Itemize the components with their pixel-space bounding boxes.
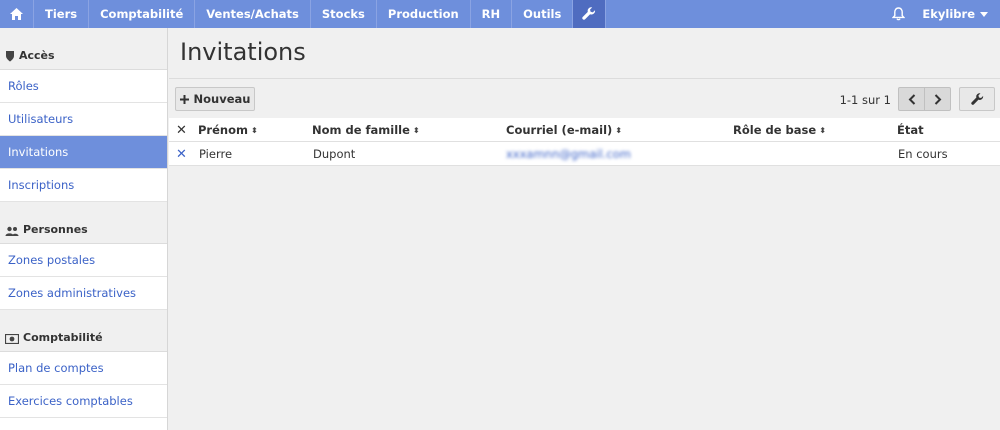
nav-right: Ekylibre: [880, 0, 1000, 28]
plus-icon: [179, 94, 189, 104]
people-icon: [5, 226, 19, 236]
cell-prenom: Pierre: [199, 147, 233, 161]
cell-nom-de-famille: Dupont: [313, 147, 356, 161]
sidebar-section-comptabilite: Comptabilité: [0, 310, 167, 352]
sidebar-item-invitations[interactable]: Invitations: [0, 136, 167, 169]
previous-page-button[interactable]: [899, 88, 924, 110]
nav-rh[interactable]: RH: [471, 0, 513, 28]
invitations-table: ✕ Prénom ⬍ Nom de famille ⬍ Courriel (e-ma…: [169, 118, 1000, 166]
page-title: Invitations: [180, 38, 306, 66]
sidebar-section-title: Accès: [19, 49, 55, 62]
user-name: Ekylibre: [922, 7, 975, 21]
title-divider: [169, 78, 1000, 79]
cell-etat: En cours: [898, 147, 948, 161]
home-button[interactable]: [0, 0, 34, 28]
sort-icon: ⬍: [412, 125, 420, 135]
header-label: Courriel (e-mail): [506, 123, 613, 137]
close-icon: ✕: [176, 122, 187, 138]
new-invitation-button[interactable]: Nouveau: [175, 87, 255, 111]
money-icon: [5, 334, 19, 344]
sidebar-section-acces: Accès: [0, 28, 167, 70]
sidebar-item-inscriptions[interactable]: Inscriptions: [0, 169, 167, 202]
header-nom-de-famille[interactable]: Nom de famille ⬍: [312, 118, 420, 142]
shield-icon: [6, 51, 14, 62]
cell-courriel-link[interactable]: xxxamnn@gmail.com: [506, 142, 631, 166]
wrench-icon: [970, 92, 983, 105]
bell-icon: [891, 7, 905, 21]
header-etat[interactable]: État: [897, 118, 924, 142]
table-row: ✕ Pierre Dupont xxxamnn@gmail.com En cou…: [169, 142, 1000, 166]
nav-stocks[interactable]: Stocks: [311, 0, 377, 28]
header-courriel[interactable]: Courriel (e-mail) ⬍: [506, 118, 622, 142]
header-label: Rôle de base: [733, 123, 817, 137]
pagination-buttons: [898, 87, 951, 111]
next-page-button[interactable]: [924, 88, 950, 110]
header-label: État: [897, 123, 924, 137]
sort-icon: ⬍: [819, 125, 826, 135]
chevron-left-icon: [908, 93, 915, 105]
sidebar-section-title: Personnes: [23, 223, 88, 236]
select-all-toggle[interactable]: ✕: [176, 118, 187, 142]
top-navigation-bar: Tiers Comptabilité Ventes/Achats Stocks …: [0, 0, 1000, 28]
nav-outils[interactable]: Outils: [512, 0, 574, 28]
home-icon: [10, 8, 23, 20]
delete-row-button[interactable]: ✕: [176, 142, 187, 166]
nav-ventes-achats[interactable]: Ventes/Achats: [195, 0, 311, 28]
wrench-icon: [582, 7, 596, 20]
main-content: Invitations Nouveau 1-1 sur 1 ✕ Prénom ⬍ …: [169, 28, 1000, 430]
nav-tiers[interactable]: Tiers: [34, 0, 90, 28]
header-label: Nom de famille: [312, 123, 410, 137]
nav-comptabilite[interactable]: Comptabilité: [89, 0, 196, 28]
sidebar-item-roles[interactable]: Rôles: [0, 70, 167, 103]
sidebar-item-plan-de-comptes[interactable]: Plan de comptes: [0, 352, 167, 385]
caret-down-icon: [980, 11, 988, 17]
list-settings-button[interactable]: [959, 87, 995, 111]
new-button-label: Nouveau: [193, 92, 251, 106]
sidebar: Accès Rôles Utilisateurs Invitations Ins…: [0, 28, 168, 430]
notifications-button[interactable]: [880, 0, 916, 28]
header-prenom[interactable]: Prénom ⬍: [198, 118, 258, 142]
header-label: Prénom: [198, 123, 248, 137]
header-role-de-base[interactable]: Rôle de base ⬍: [733, 118, 826, 142]
pagination-info: 1-1 sur 1: [839, 93, 891, 107]
sidebar-item-exercices-comptables[interactable]: Exercices comptables: [0, 385, 167, 418]
sort-icon: ⬍: [250, 125, 258, 135]
sidebar-section-title: Comptabilité: [23, 331, 103, 344]
sidebar-item-zones-administratives[interactable]: Zones administratives: [0, 277, 167, 310]
table-header-row: ✕ Prénom ⬍ Nom de famille ⬍ Courriel (e-ma…: [169, 118, 1000, 142]
sort-icon: ⬍: [615, 125, 622, 135]
chevron-right-icon: [934, 93, 941, 105]
nav-production[interactable]: Production: [377, 0, 471, 28]
user-menu[interactable]: Ekylibre: [916, 7, 1000, 21]
nav-settings[interactable]: [573, 0, 607, 28]
sidebar-item-zones-postales[interactable]: Zones postales: [0, 244, 167, 277]
close-icon: ✕: [176, 146, 187, 162]
sidebar-item-utilisateurs[interactable]: Utilisateurs: [0, 103, 167, 136]
sidebar-section-personnes: Personnes: [0, 202, 167, 244]
